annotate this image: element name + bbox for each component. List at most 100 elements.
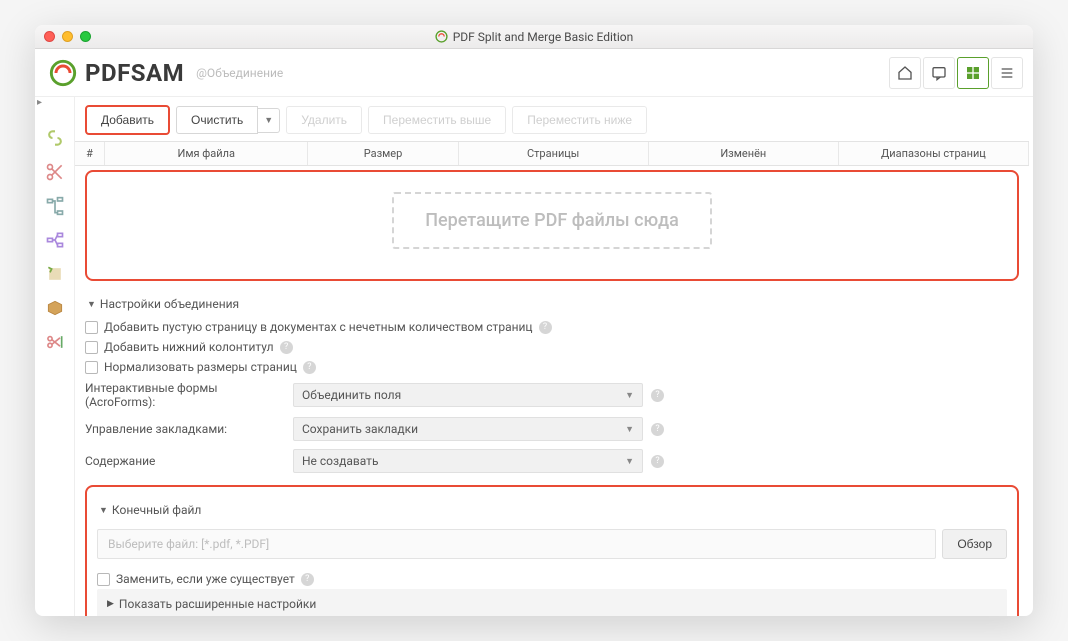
news-button[interactable] xyxy=(923,57,955,89)
add-blank-label: Добавить пустую страницу в документах с … xyxy=(104,320,533,334)
col-size: Размер xyxy=(308,142,458,165)
help-icon[interactable]: ? xyxy=(651,423,664,436)
toc-select-value: Не создавать xyxy=(302,454,378,468)
forms-select[interactable]: Объединить поля ▼ xyxy=(293,383,643,407)
merge-settings-header[interactable]: Настройки объединения xyxy=(85,291,1019,317)
delete-button[interactable]: Удалить xyxy=(286,106,362,134)
help-icon[interactable]: ? xyxy=(539,321,552,334)
footer-checkbox[interactable] xyxy=(85,341,98,354)
modules-icon xyxy=(965,65,981,81)
brand-name: PDFSAM xyxy=(85,59,184,87)
help-icon[interactable]: ? xyxy=(651,389,664,402)
titlebar: PDF Split and Merge Basic Edition xyxy=(35,25,1033,49)
bookmarks-select[interactable]: Сохранить закладки ▼ xyxy=(293,417,643,441)
sidebar-item-split[interactable] xyxy=(42,159,68,185)
output-file-placeholder: Выберите файл: [*.pdf, *.PDF] xyxy=(108,537,269,551)
add-button[interactable]: Добавить xyxy=(85,105,170,135)
col-modified: Изменён xyxy=(649,142,839,165)
output-title: Конечный файл xyxy=(112,503,201,517)
brand: PDFSAM @Объединение xyxy=(49,59,283,87)
help-icon[interactable]: ? xyxy=(280,341,293,354)
bookmarks-row: Управление закладками: Сохранить закладк… xyxy=(85,413,1019,445)
output-section-highlight: Конечный файл Выберите файл: [*.pdf, *.P… xyxy=(85,485,1019,616)
scissors-ruler-icon xyxy=(45,332,65,352)
header-icons xyxy=(889,57,1023,89)
menu-button[interactable] xyxy=(991,57,1023,89)
file-table-header: # Имя файла Размер Страницы Изменён Диап… xyxy=(75,141,1029,166)
help-icon[interactable]: ? xyxy=(303,361,316,374)
move-up-button[interactable]: Переместить выше xyxy=(368,106,506,134)
overwrite-label: Заменить, если уже существует xyxy=(116,572,295,586)
col-name: Имя файла xyxy=(105,142,308,165)
help-icon[interactable]: ? xyxy=(651,455,664,468)
normalize-label: Нормализовать размеры страниц xyxy=(104,360,297,374)
window-title: PDF Split and Merge Basic Edition xyxy=(35,30,1033,44)
normalize-checkbox[interactable] xyxy=(85,361,98,374)
merge-settings-title: Настройки объединения xyxy=(100,297,239,311)
chevron-down-icon: ▼ xyxy=(264,115,273,126)
forms-row: Интерактивные формы (AcroForms): Объедин… xyxy=(85,377,1019,413)
split-tree-icon xyxy=(45,196,65,216)
chevron-down-icon: ▼ xyxy=(625,390,634,401)
opt-footer-row: Добавить нижний колонтитул ? xyxy=(85,337,1019,357)
help-icon[interactable]: ? xyxy=(301,573,314,586)
home-button[interactable] xyxy=(889,57,921,89)
toc-label: Содержание xyxy=(85,454,285,468)
clear-button-group: Очистить ▼ xyxy=(176,106,280,134)
mix-icon xyxy=(45,230,65,250)
scissors-icon xyxy=(45,162,65,182)
message-icon xyxy=(931,65,947,81)
output-file-row: Выберите файл: [*.pdf, *.PDF] Обзор xyxy=(97,529,1007,559)
clear-dropdown[interactable]: ▼ xyxy=(258,108,280,133)
main-content: Добавить Очистить ▼ Удалить Переместить … xyxy=(75,97,1033,616)
sidebar-item-extract[interactable] xyxy=(42,295,68,321)
forms-label: Интерактивные формы (AcroForms): xyxy=(85,381,285,409)
overwrite-row: Заменить, если уже существует ? xyxy=(97,569,1007,589)
brand-context: @Объединение xyxy=(196,66,283,80)
file-dropzone[interactable]: Перетащите PDF файлы сюда xyxy=(392,192,712,249)
bookmarks-select-value: Сохранить закладки xyxy=(302,422,418,436)
app-icon xyxy=(435,30,448,43)
chevron-down-icon: ▼ xyxy=(625,456,634,467)
footer-label: Добавить нижний колонтитул xyxy=(104,340,274,354)
toc-select[interactable]: Не создавать ▼ xyxy=(293,449,643,473)
opt-add-blank-row: Добавить пустую страницу в документах с … xyxy=(85,317,1019,337)
output-file-field[interactable]: Выберите файл: [*.pdf, *.PDF] xyxy=(97,529,936,559)
sidebar-item-split-bookmarks[interactable] xyxy=(42,193,68,219)
home-icon xyxy=(897,65,913,81)
app-body: ▸ Доб xyxy=(35,97,1033,616)
move-down-button[interactable]: Переместить ниже xyxy=(512,106,647,134)
app-window: PDF Split and Merge Basic Edition PDFSAM… xyxy=(35,25,1033,616)
overwrite-checkbox[interactable] xyxy=(97,573,110,586)
opt-normalize-row: Нормализовать размеры страниц ? xyxy=(85,357,1019,377)
tool-sidebar: ▸ xyxy=(35,97,75,616)
file-toolbar: Добавить Очистить ▼ Удалить Переместить … xyxy=(75,97,1029,141)
chain-icon xyxy=(45,128,65,148)
dropzone-highlight: Перетащите PDF файлы сюда xyxy=(85,170,1019,281)
chevron-down-icon: ▼ xyxy=(625,424,634,435)
toc-row: Содержание Не создавать ▼ ? xyxy=(85,445,1019,477)
advanced-toggle[interactable]: Показать расширенные настройки xyxy=(97,589,1007,616)
sidebar-item-rotate[interactable] xyxy=(42,261,68,287)
menu-icon xyxy=(999,65,1015,81)
rotate-icon xyxy=(45,264,65,284)
sidebar-item-alternate-mix[interactable] xyxy=(42,227,68,253)
sidebar-toggle[interactable]: ▸ xyxy=(37,97,42,108)
brand-logo-icon xyxy=(49,59,77,87)
bookmarks-label: Управление закладками: xyxy=(85,422,285,436)
add-blank-checkbox[interactable] xyxy=(85,321,98,334)
col-number: # xyxy=(75,142,105,165)
advanced-label: Показать расширенные настройки xyxy=(119,597,316,611)
modules-button[interactable] xyxy=(957,57,989,89)
output-header[interactable]: Конечный файл xyxy=(97,497,1007,523)
browse-button[interactable]: Обзор xyxy=(942,529,1007,559)
forms-select-value: Объединить поля xyxy=(302,388,401,402)
col-range: Диапазоны страниц xyxy=(839,142,1029,165)
sidebar-item-split-size[interactable] xyxy=(42,329,68,355)
merge-settings-section: Настройки объединения Добавить пустую ст… xyxy=(85,291,1019,477)
extract-icon xyxy=(45,298,65,318)
sidebar-item-merge[interactable] xyxy=(42,125,68,151)
clear-button[interactable]: Очистить xyxy=(176,106,258,134)
col-pages: Страницы xyxy=(459,142,649,165)
app-header: PDFSAM @Объединение xyxy=(35,49,1033,97)
